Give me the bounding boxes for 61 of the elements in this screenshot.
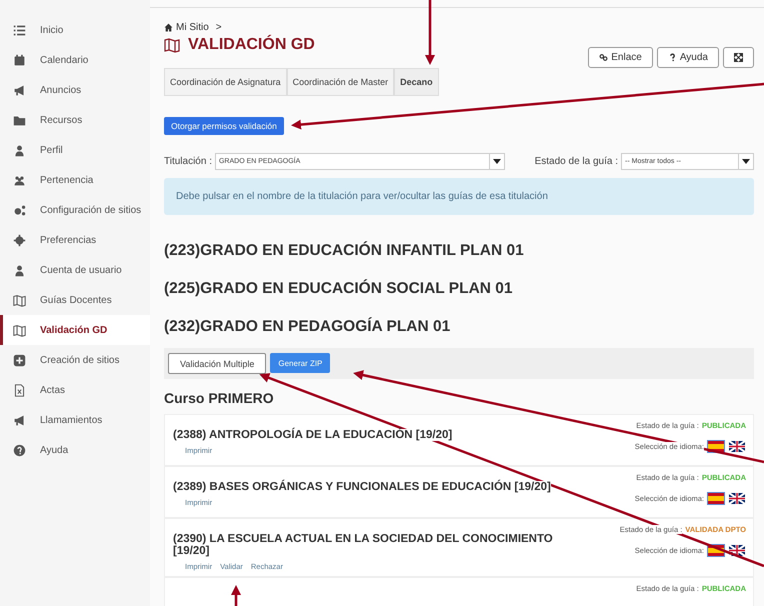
uk-flag-icon[interactable]	[728, 440, 746, 453]
map-icon	[13, 294, 26, 306]
breadcrumb-link[interactable]: Mi Sitio	[176, 22, 209, 33]
user-icon	[13, 144, 26, 156]
degree-heading[interactable]: (225)GRADO EN EDUCACIÓN SOCIAL PLAN 01	[164, 280, 754, 298]
sidebar-item[interactable]: Pertenencia	[0, 165, 150, 195]
sidebar-item[interactable]: Guías Docentes	[0, 285, 150, 315]
tab[interactable]: Coordinación de Master	[286, 68, 394, 96]
sidebar-item[interactable]: Cuenta de usuario	[0, 255, 150, 285]
fullscreen-button[interactable]	[723, 47, 754, 68]
breadcrumb-separator: >	[216, 22, 222, 33]
sidebar-item[interactable]: Actas	[0, 375, 150, 405]
sidebar-item[interactable]: Llamamientos	[0, 405, 150, 435]
question-icon	[668, 53, 677, 62]
course-heading: Curso PRIMERO	[164, 390, 275, 406]
sidebar-item[interactable]: Configuración de sitios	[0, 195, 150, 225]
sidebar-item[interactable]: Ayuda	[0, 435, 150, 465]
sidebar-item[interactable]: Calendario	[0, 45, 150, 75]
sidebar-item[interactable]: Recursos	[0, 105, 150, 135]
folder-icon	[13, 114, 26, 126]
settings-icon	[13, 234, 26, 246]
document-icon	[13, 384, 26, 396]
header-button[interactable]: Enlace	[588, 47, 653, 68]
sidebar-item[interactable]: Inicio	[0, 15, 150, 45]
map-icon	[164, 37, 180, 53]
header-button[interactable]: Ayuda	[656, 47, 719, 68]
grant-permissions-button[interactable]: Otorgar permisos validación	[164, 117, 284, 135]
annotation-arrow	[425, 0, 435, 65]
sidebar-item[interactable]: Perfil	[0, 135, 150, 165]
uk-flag-icon[interactable]	[728, 492, 746, 505]
expand-icon	[734, 53, 743, 62]
home-icon	[164, 23, 173, 32]
guide-title[interactable]: (2388) ANTROPOLOGÍA DE LA EDUCACIÓN [19/20]	[173, 429, 452, 441]
tab[interactable]: Coordinación de Asignatura	[164, 68, 287, 96]
sidebar-item[interactable]: Anuncios	[0, 75, 150, 105]
spain-flag-icon[interactable]	[707, 492, 725, 505]
user-icon	[13, 264, 26, 276]
plus-icon	[13, 354, 26, 366]
info-message: Debe pulsar en el nombre de la titulación para ver/ocultar las guías de esa titulación	[164, 178, 754, 215]
degree-heading[interactable]: (232)GRADO EN PEDAGOGÍA PLAN 01	[164, 318, 754, 336]
sidebar-item[interactable]: Validación GD	[0, 315, 150, 345]
link-icon	[599, 53, 608, 62]
annotation-arrow	[231, 585, 241, 606]
sidebar-item[interactable]: Preferencias	[0, 225, 150, 255]
page-title: VALIDACIÓN GD	[188, 36, 315, 54]
multiple-validation-button[interactable]: Validación Multiple	[168, 353, 266, 374]
sidebar-item[interactable]: Creación de sitios	[0, 345, 150, 375]
calendar-icon	[13, 54, 26, 66]
megaphone-icon	[13, 84, 26, 96]
generate-zip-button[interactable]: Generar ZIP	[270, 353, 330, 373]
gears-icon	[13, 204, 26, 216]
filter-label: Estado de la guía :	[534, 156, 618, 167]
list-icon	[13, 24, 26, 36]
filter-label: Titulación :	[164, 156, 212, 167]
megaphone-icon	[13, 414, 26, 426]
tab[interactable]: Decano	[394, 68, 439, 96]
users-icon	[13, 174, 26, 186]
map-icon	[13, 324, 26, 336]
help-icon	[13, 444, 26, 456]
degree-heading[interactable]: (223)GRADO EN EDUCACIÓN INFANTIL PLAN 01	[164, 242, 754, 260]
guide-title[interactable]: (2389) BASES ORGÁNICAS Y FUNCIONALES DE EDUCACIÓN [19/20]	[173, 481, 551, 493]
